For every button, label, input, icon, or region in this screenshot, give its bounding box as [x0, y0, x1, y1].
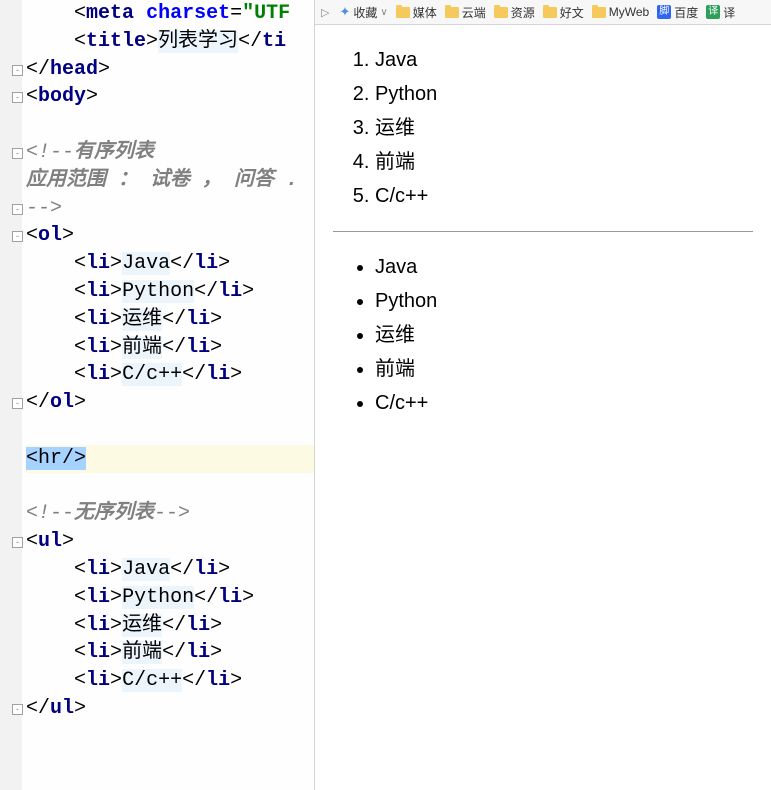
translate-icon: 译	[706, 5, 720, 19]
bookmark-item[interactable]: 云端	[445, 4, 486, 21]
list-item: Java	[375, 43, 753, 77]
folder-icon	[543, 7, 557, 18]
bookmark-label: 资源	[511, 4, 535, 21]
list-item: C/c++	[375, 179, 753, 213]
fold-toggle[interactable]: -	[12, 148, 23, 159]
fold-toggle[interactable]: -	[12, 231, 23, 242]
folder-icon	[494, 7, 508, 18]
code-editor-pane[interactable]: - - - - - - - - <meta charset="UTF <title>列表学习<…	[0, 0, 315, 790]
bookmark-item[interactable]: 好文	[543, 4, 584, 21]
fold-toggle[interactable]: -	[12, 92, 23, 103]
unordered-list: JavaPython运维前端C/c++	[333, 250, 753, 420]
bookmark-label: 好文	[560, 4, 584, 21]
bookmark-item[interactable]: 脚百度	[657, 4, 698, 21]
bookmark-item[interactable]: 媒体	[396, 4, 437, 21]
bookmark-label: 译	[723, 4, 735, 21]
preview-content: JavaPython运维前端C/c++ JavaPython运维前端C/c++	[315, 25, 771, 790]
folder-icon	[396, 7, 410, 18]
fold-toggle[interactable]: -	[12, 398, 23, 409]
bookmark-label: 媒体	[413, 4, 437, 21]
bookmark-item[interactable]: ✦收藏 ∨	[339, 4, 387, 21]
bookmark-item[interactable]: MyWeb	[592, 5, 649, 19]
fold-toggle[interactable]: -	[12, 704, 23, 715]
fold-toggle[interactable]: -	[12, 537, 23, 548]
list-item: 运维	[375, 111, 753, 145]
folder-icon	[592, 7, 606, 18]
bookmark-label: 百度	[674, 4, 698, 21]
bookmark-item[interactable]: 译译	[706, 4, 735, 21]
fold-toggle[interactable]: -	[12, 65, 23, 76]
browser-pane: ▷ ✦收藏 ∨媒体云端资源好文MyWeb脚百度译译 JavaPython运维前端…	[315, 0, 771, 790]
bookmark-label: MyWeb	[609, 5, 649, 19]
list-item: Python	[375, 284, 753, 318]
list-item: Java	[375, 250, 753, 284]
list-item: Python	[375, 77, 753, 111]
horizontal-rule	[333, 231, 753, 232]
nav-arrow-icon[interactable]: ▷	[321, 6, 329, 19]
list-item: 前端	[375, 145, 753, 179]
code-content[interactable]: <meta charset="UTF <title>列表学习</ti</head…	[26, 0, 315, 751]
bookmarks-bar[interactable]: ▷ ✦收藏 ∨媒体云端资源好文MyWeb脚百度译译	[315, 0, 771, 25]
bookmark-item[interactable]: 资源	[494, 4, 535, 21]
ordered-list: JavaPython运维前端C/c++	[333, 43, 753, 213]
list-item: 前端	[375, 352, 753, 386]
list-item: 运维	[375, 318, 753, 352]
list-item: C/c++	[375, 386, 753, 420]
star-icon: ✦	[339, 4, 350, 20]
editor-gutter: - - - - - - - -	[0, 0, 22, 790]
fold-toggle[interactable]: -	[12, 204, 23, 215]
folder-icon	[445, 7, 459, 18]
bookmark-label: 收藏	[353, 4, 377, 21]
bookmark-label: 云端	[462, 4, 486, 21]
baidu-icon: 脚	[657, 5, 671, 19]
